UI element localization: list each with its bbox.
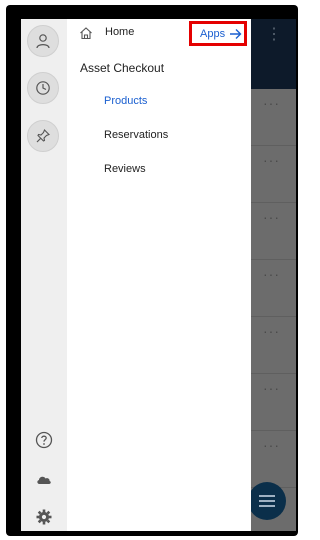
profile-button[interactable] [27,25,59,57]
arrow-right-icon [230,29,242,39]
more-horizontal-icon[interactable]: ··· [263,323,280,339]
nav-drawer: Home Apps Asset Checkout Products Reserv… [67,19,251,531]
apps-label: Apps [200,28,226,40]
more-horizontal-icon[interactable]: ··· [263,95,280,111]
cloud-icon[interactable] [35,470,53,488]
nav-item-reservations[interactable]: Reservations [104,129,168,141]
more-horizontal-icon[interactable]: ··· [263,152,280,168]
screen: ⋮ ··· ··· ··· ··· ··· ··· ··· Home Apps … [21,19,296,531]
nav-item-products[interactable]: Products [104,95,147,107]
section-title: Asset Checkout [80,61,165,75]
phone-frame: ⋮ ··· ··· ··· ··· ··· ··· ··· Home Apps … [6,5,298,536]
more-horizontal-icon[interactable]: ··· [263,209,280,225]
home-icon [80,27,92,40]
apps-button[interactable]: Apps [189,21,247,46]
pinned-button[interactable] [27,120,59,152]
clock-icon [36,81,50,95]
more-horizontal-icon[interactable]: ··· [263,437,280,453]
more-horizontal-icon[interactable]: ··· [263,380,280,396]
person-icon [36,34,50,49]
help-icon[interactable] [35,431,53,449]
more-vertical-icon[interactable]: ⋮ [266,27,282,43]
page: ⋮ ··· ··· ··· ··· ··· ··· ··· Home Apps … [0,0,303,540]
list-icon [259,495,275,507]
recent-button[interactable] [27,72,59,104]
pin-icon [36,129,50,143]
more-horizontal-icon[interactable]: ··· [263,266,280,282]
home-label: Home [105,26,135,38]
fab-list-button[interactable] [248,482,286,520]
nav-item-reviews[interactable]: Reviews [104,163,146,175]
gear-icon[interactable] [35,508,53,526]
nav-rail [21,19,67,531]
